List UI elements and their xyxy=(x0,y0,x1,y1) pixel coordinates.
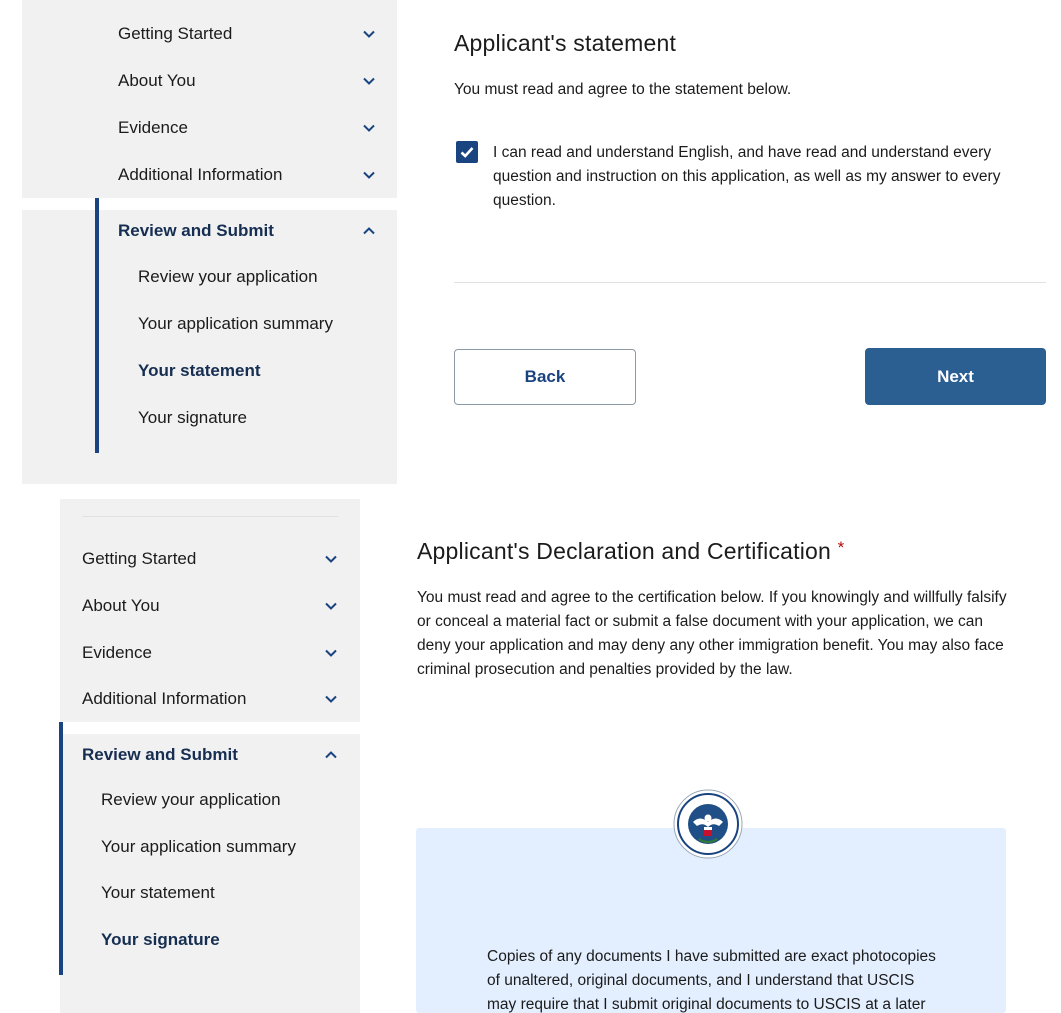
nav-item-label: Evidence xyxy=(118,118,188,137)
nav-item-about-you[interactable]: About You xyxy=(118,68,376,94)
side-navigation-gap xyxy=(22,198,397,210)
chevron-down-icon xyxy=(363,124,375,132)
sub-nav-your-application-summary[interactable]: Your application summary xyxy=(101,837,296,857)
sub-nav-your-signature[interactable]: Your signature xyxy=(138,408,247,428)
required-marker: * xyxy=(837,538,845,557)
certification-text: Copies of any documents I have submitted… xyxy=(487,948,936,1013)
back-button[interactable]: Back xyxy=(454,349,636,405)
nav-item-label: About You xyxy=(82,596,160,615)
nav-item-getting-started[interactable]: Getting Started xyxy=(118,21,376,47)
sub-nav-your-application-summary[interactable]: Your application summary xyxy=(138,314,333,334)
nav-item-label: Additional Information xyxy=(82,689,247,708)
agreement-checkbox[interactable] xyxy=(456,141,478,163)
nav-item-label: Additional Information xyxy=(118,165,283,184)
sub-nav-your-statement[interactable]: Your statement xyxy=(101,883,215,903)
page-title-text: Applicant's Declaration and Certificatio… xyxy=(417,538,832,564)
nav-item-label: Review and Submit xyxy=(82,745,238,764)
sub-nav-review-your-application[interactable]: Review your application xyxy=(101,790,281,810)
dhs-seal-icon xyxy=(673,789,743,859)
chevron-up-icon xyxy=(325,751,337,759)
nav-item-label: Evidence xyxy=(82,643,152,662)
instruction-text: You must read and agree to the statement… xyxy=(454,81,792,98)
nav-item-review-and-submit[interactable]: Review and Submit xyxy=(118,218,376,244)
chevron-down-icon xyxy=(363,171,375,179)
page-title: Applicant's statement xyxy=(454,30,677,56)
nav-item-label: About You xyxy=(118,71,196,90)
nav-item-additional-information[interactable]: Additional Information xyxy=(118,162,376,188)
checkbox-label[interactable]: I can read and understand English, and h… xyxy=(493,141,1038,213)
nav-item-label: Getting Started xyxy=(118,24,233,43)
chevron-down-icon xyxy=(363,30,375,38)
certification-instruction: You must read and agree to the certifica… xyxy=(417,589,1007,678)
sub-nav-your-signature[interactable]: Your signature xyxy=(101,930,220,950)
active-section-indicator xyxy=(59,722,63,975)
nav-item-about-you[interactable]: About You xyxy=(82,593,338,619)
sub-nav-your-statement[interactable]: Your statement xyxy=(138,361,261,381)
chevron-down-icon xyxy=(363,77,375,85)
nav-item-evidence[interactable]: Evidence xyxy=(118,115,376,141)
nav-item-review-and-submit[interactable]: Review and Submit xyxy=(82,742,338,768)
chevron-down-icon xyxy=(325,555,337,563)
section-divider xyxy=(454,282,1046,283)
sidebar-top-divider xyxy=(82,516,338,517)
nav-item-label: Review and Submit xyxy=(118,221,274,240)
page-title: Applicant's Declaration and Certificatio… xyxy=(417,538,844,565)
next-button[interactable]: Next xyxy=(865,348,1046,405)
chevron-up-icon xyxy=(363,227,375,235)
sub-nav-review-your-application[interactable]: Review your application xyxy=(138,267,318,287)
nav-item-label: Getting Started xyxy=(82,549,197,568)
nav-item-additional-information[interactable]: Additional Information xyxy=(82,686,338,712)
chevron-down-icon xyxy=(325,695,337,703)
active-section-indicator xyxy=(95,198,99,453)
chevron-down-icon xyxy=(325,649,337,657)
nav-item-evidence[interactable]: Evidence xyxy=(82,640,338,666)
side-navigation-gap xyxy=(60,722,360,734)
chevron-down-icon xyxy=(325,602,337,610)
checkmark-icon xyxy=(460,147,474,158)
nav-item-getting-started[interactable]: Getting Started xyxy=(82,546,338,572)
